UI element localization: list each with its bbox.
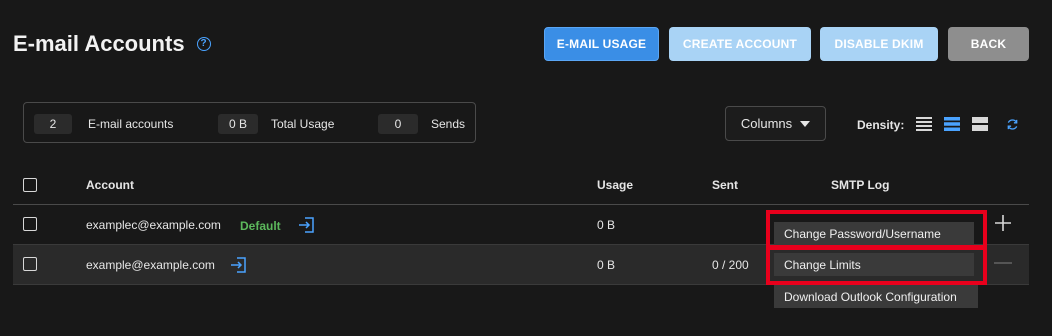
create-account-button[interactable]: CREATE ACCOUNT xyxy=(669,27,811,61)
account-email: example@example.com xyxy=(86,258,215,272)
sends-label: Sends xyxy=(431,117,466,131)
columns-label: Columns xyxy=(740,116,793,131)
columns-dropdown[interactable]: Columns xyxy=(725,106,826,141)
usage-value: 0 B xyxy=(218,114,258,134)
density-standard-icon[interactable] xyxy=(944,116,960,132)
disable-dkim-button[interactable]: DISABLE DKIM xyxy=(820,27,938,61)
page-title-wrap: E-mail Accounts ? xyxy=(13,31,211,57)
login-icon[interactable] xyxy=(298,216,316,234)
usage-cell: 0 B xyxy=(597,258,616,272)
login-icon[interactable] xyxy=(230,256,248,274)
help-icon[interactable]: ? xyxy=(196,37,211,51)
highlight-box xyxy=(766,245,987,285)
menu-item-download-outlook[interactable]: Download Outlook Configuration xyxy=(774,285,978,308)
account-email: examplec@example.com xyxy=(86,218,221,232)
column-header-smtp-log[interactable]: SMTP Log xyxy=(831,178,889,192)
default-badge: Default xyxy=(240,219,281,233)
page-title: E-mail Accounts xyxy=(13,31,185,56)
column-header-sent[interactable]: Sent xyxy=(712,178,738,192)
density-label: Density: xyxy=(857,118,905,132)
plus-icon[interactable] xyxy=(994,214,1012,232)
accounts-count: 2 xyxy=(34,114,72,134)
refresh-icon[interactable] xyxy=(1006,118,1019,131)
column-header-usage[interactable]: Usage xyxy=(597,178,633,192)
back-button[interactable]: BACK xyxy=(948,27,1029,61)
density-compact-icon[interactable] xyxy=(916,116,932,132)
row-checkbox[interactable] xyxy=(23,217,37,231)
select-all-checkbox[interactable] xyxy=(23,178,37,192)
density-comfortable-icon[interactable] xyxy=(972,116,988,132)
caret-down-icon xyxy=(800,120,811,127)
column-header-account[interactable]: Account xyxy=(86,178,134,192)
email-usage-button[interactable]: E-MAIL USAGE xyxy=(544,27,659,61)
highlight-box xyxy=(766,210,987,250)
minus-icon[interactable] xyxy=(994,262,1012,264)
usage-cell: 0 B xyxy=(597,218,616,232)
accounts-label: E-mail accounts xyxy=(88,117,174,131)
table-header: Account Usage Sent SMTP Log xyxy=(13,168,1029,205)
row-checkbox[interactable] xyxy=(23,257,37,271)
usage-label: Total Usage xyxy=(271,117,335,131)
sent-cell: 0 / 200 xyxy=(712,258,749,272)
sends-value: 0 xyxy=(378,114,418,134)
summary-box: 2 E-mail accounts 0 B Total Usage 0 Send… xyxy=(23,102,476,143)
